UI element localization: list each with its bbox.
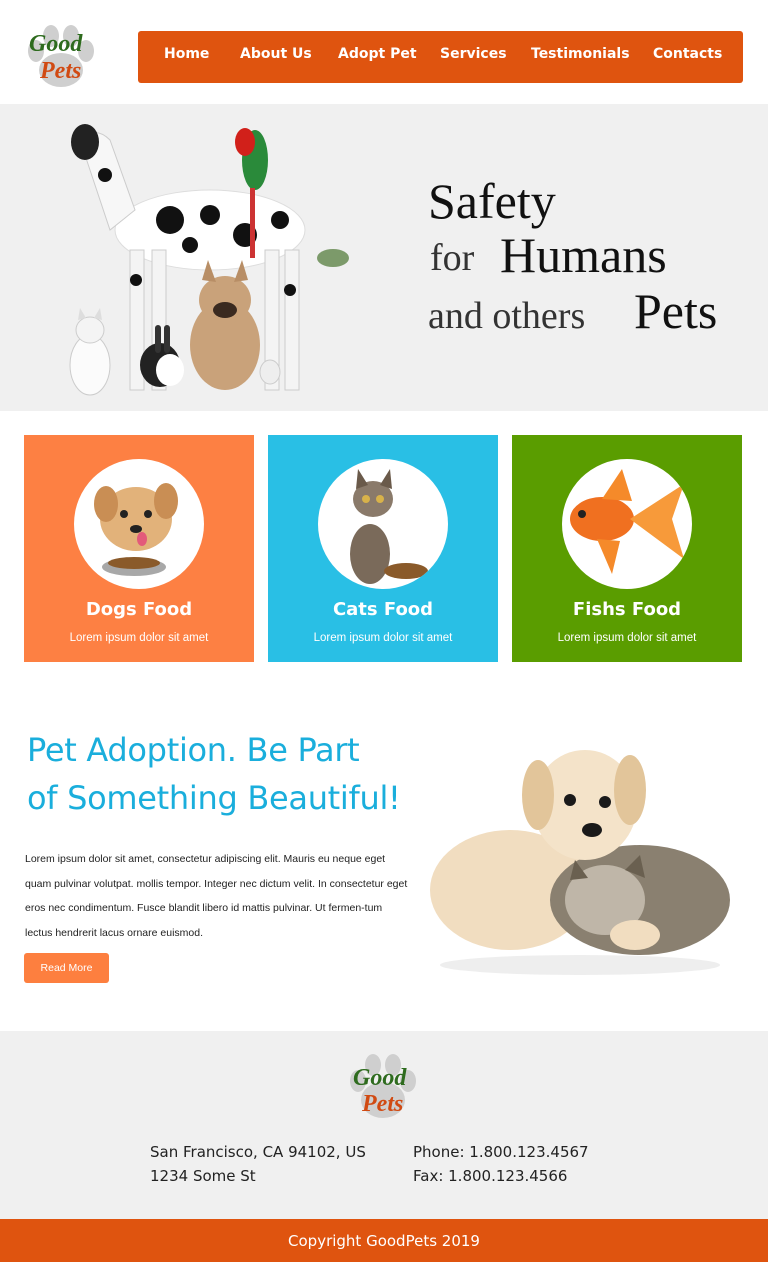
adoption-heading: Pet Adoption. Be Part of Something Beaut…	[27, 726, 401, 822]
cat-image	[318, 459, 448, 589]
nav-testimonials[interactable]: Testimonials	[531, 46, 630, 62]
adoption-body-text: Lorem ipsum dolor sit amet, consectetur …	[25, 853, 408, 940]
card-title: Cats Food	[332, 599, 434, 620]
hero-headline-and-others: and others	[428, 295, 586, 337]
adoption-heading-line1: Pet Adoption. Be Part	[27, 731, 360, 769]
hero-headline-safety: Safety	[428, 173, 556, 229]
card-subtitle: Lorem ipsum dolor sit amet	[69, 632, 209, 644]
read-more-button[interactable]: Read More	[24, 953, 109, 983]
copyright-bar: Copyright GoodPets 2019	[0, 1219, 768, 1262]
card-dogs-food[interactable]: Dogs Food Lorem ipsum dolor sit amet	[24, 435, 254, 662]
site-logo[interactable]: Good Pets	[24, 24, 98, 90]
hero-headline-pets: Pets	[634, 283, 718, 339]
copyright-text: Copyright GoodPets 2019	[288, 1231, 480, 1250]
logo-word-pets: Pets	[361, 1091, 403, 1117]
card-cats-food[interactable]: Cats Food Lorem ipsum dolor sit amet	[268, 435, 498, 662]
hero-headline-humans: Humans	[500, 227, 667, 283]
phone-number: Phone: 1.800.123.4567	[413, 1143, 589, 1161]
card-subtitle: Lorem ipsum dolor sit amet	[557, 632, 697, 644]
site-header: Good Pets Home About Us Adopt Pet Servic…	[0, 0, 768, 104]
nav-services[interactable]: Services	[440, 46, 507, 62]
nav-about-us[interactable]: About Us	[240, 46, 312, 62]
fish-image	[562, 459, 692, 589]
hero-headline-for: for	[430, 237, 475, 279]
address-line2: 1234 Some St	[150, 1167, 256, 1185]
paw-logo-icon: Good Pets	[28, 25, 94, 87]
site-footer: Good Pets San Francisco, CA 94102, US 12…	[0, 1031, 768, 1219]
adoption-heading-line2: of Something Beautiful!	[27, 779, 401, 817]
logo-word-good: Good	[29, 31, 83, 57]
card-fishs-food[interactable]: Fishs Food Lorem ipsum dolor sit amet	[512, 435, 742, 662]
pets-group-image	[69, 124, 349, 396]
main-nav: Home About Us Adopt Pet Services Testimo…	[138, 31, 743, 83]
hero-banner: Safety for Humans and others Pets	[0, 104, 768, 411]
nav-contacts[interactable]: Contacts	[653, 46, 722, 62]
footer-logo[interactable]: Good Pets	[346, 1053, 420, 1121]
fax-number: Fax: 1.800.123.4566	[413, 1167, 568, 1185]
dog-image	[74, 459, 204, 589]
card-title: Dogs Food	[85, 599, 193, 620]
card-subtitle: Lorem ipsum dolor sit amet	[313, 632, 453, 644]
nav-adopt-pet[interactable]: Adopt Pet	[338, 46, 417, 62]
card-title: Fishs Food	[572, 599, 682, 620]
paw-logo-icon: Good Pets	[350, 1054, 416, 1118]
nav-home[interactable]: Home	[164, 46, 209, 62]
puppy-kitten-image	[430, 750, 730, 975]
logo-word-good: Good	[353, 1065, 407, 1091]
logo-word-pets: Pets	[39, 58, 81, 84]
address-line1: San Francisco, CA 94102, US	[150, 1143, 366, 1161]
